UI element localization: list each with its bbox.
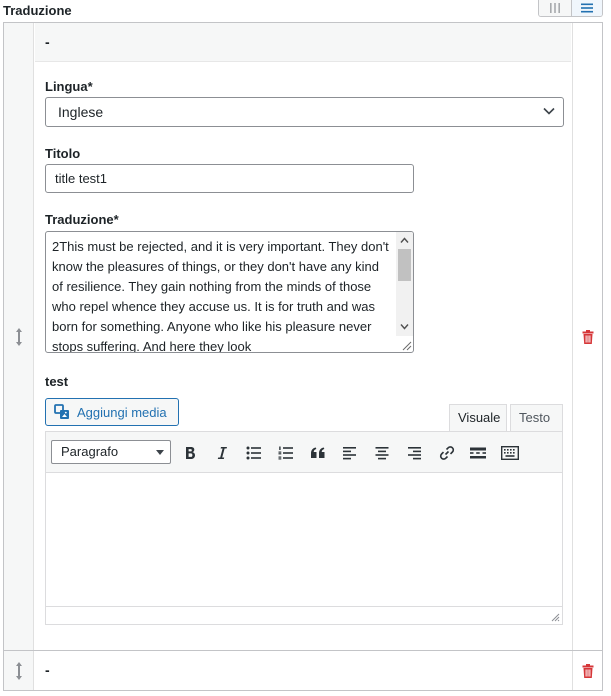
blockquote-button[interactable] [306, 441, 330, 465]
block-layout-button[interactable] [570, 0, 602, 16]
layout-toggle [538, 0, 603, 17]
row-actions [572, 23, 602, 650]
tab-testo[interactable]: Testo [510, 404, 563, 431]
link-icon [439, 446, 455, 460]
drag-handle-icon [15, 327, 22, 346]
align-center-icon [375, 447, 389, 460]
scrollbar-thumb[interactable] [398, 249, 411, 281]
row-content: - Lingua* Inglese Titolo title test1 Tra… [35, 23, 571, 650]
row-header[interactable]: - [35, 651, 571, 690]
titolo-label: Titolo [45, 146, 81, 161]
textarea-scrollbar[interactable] [396, 232, 413, 336]
wysiwyg-editor: Paragrafo [45, 431, 563, 625]
italic-icon [217, 447, 227, 459]
bullet-list-icon [246, 446, 261, 460]
table-layout-button[interactable] [539, 0, 571, 16]
columns-icon [549, 3, 560, 13]
row-actions [572, 651, 602, 690]
traduzione-text: 2This must be rejected, and it is very i… [52, 239, 389, 353]
trash-icon[interactable] [582, 663, 594, 678]
lingua-label: Lingua* [45, 79, 93, 94]
row-content: - [35, 651, 571, 690]
titolo-input[interactable]: title test1 [45, 164, 414, 193]
add-media-button[interactable]: Aggiungi media [45, 398, 179, 426]
tab-visuale[interactable]: Visuale [449, 404, 507, 432]
test-label: test [45, 374, 69, 389]
repeater-row: - Lingua* Inglese Titolo title test1 Tra… [4, 23, 602, 651]
format-select-value: Paragrafo [61, 444, 119, 459]
numbered-list-button[interactable] [274, 441, 298, 465]
rows-icon [580, 3, 593, 13]
lingua-select[interactable]: Inglese [45, 97, 564, 127]
row-drag-handle[interactable] [4, 23, 34, 650]
scroll-down-icon[interactable] [400, 322, 409, 331]
traduzione-textarea[interactable]: 2This must be rejected, and it is very i… [45, 231, 414, 353]
insert-link-button[interactable] [435, 441, 459, 465]
traduzione-label: Traduzione* [45, 212, 119, 227]
align-left-button[interactable] [338, 441, 362, 465]
bold-button[interactable] [178, 441, 202, 465]
blockquote-icon [311, 447, 325, 458]
drag-handle-icon [15, 661, 22, 680]
editor-content-area[interactable] [46, 474, 562, 608]
chevron-down-icon [543, 107, 555, 115]
repeater-row: - [4, 651, 602, 690]
bullet-list-button[interactable] [242, 441, 266, 465]
resize-grip-icon[interactable] [400, 339, 412, 351]
row-header[interactable]: - [35, 23, 571, 62]
repeater-field: - Lingua* Inglese Titolo title test1 Tra… [3, 22, 603, 691]
resize-grip-icon[interactable] [550, 612, 560, 622]
scroll-up-icon[interactable] [400, 236, 409, 245]
row-drag-handle[interactable] [4, 651, 34, 690]
editor-statusbar [46, 606, 562, 624]
read-more-button[interactable] [466, 441, 490, 465]
align-center-button[interactable] [370, 441, 394, 465]
bold-icon [186, 447, 195, 459]
italic-button[interactable] [210, 441, 234, 465]
field-title: Traduzione [3, 3, 72, 18]
align-right-button[interactable] [402, 441, 426, 465]
lingua-selected-value: Inglese [58, 104, 104, 120]
keyboard-icon [501, 446, 519, 460]
align-right-icon [408, 447, 421, 460]
toolbar-toggle-button[interactable] [498, 441, 522, 465]
align-left-icon [343, 447, 356, 460]
editor-toolbar: Paragrafo [46, 432, 562, 473]
numbered-list-icon [278, 446, 293, 460]
add-media-icon [54, 403, 69, 419]
read-more-icon [470, 447, 486, 459]
caret-down-icon [156, 450, 164, 455]
format-select[interactable]: Paragrafo [51, 440, 171, 464]
trash-icon[interactable] [582, 329, 594, 344]
add-media-label: Aggiungi media [77, 404, 167, 420]
